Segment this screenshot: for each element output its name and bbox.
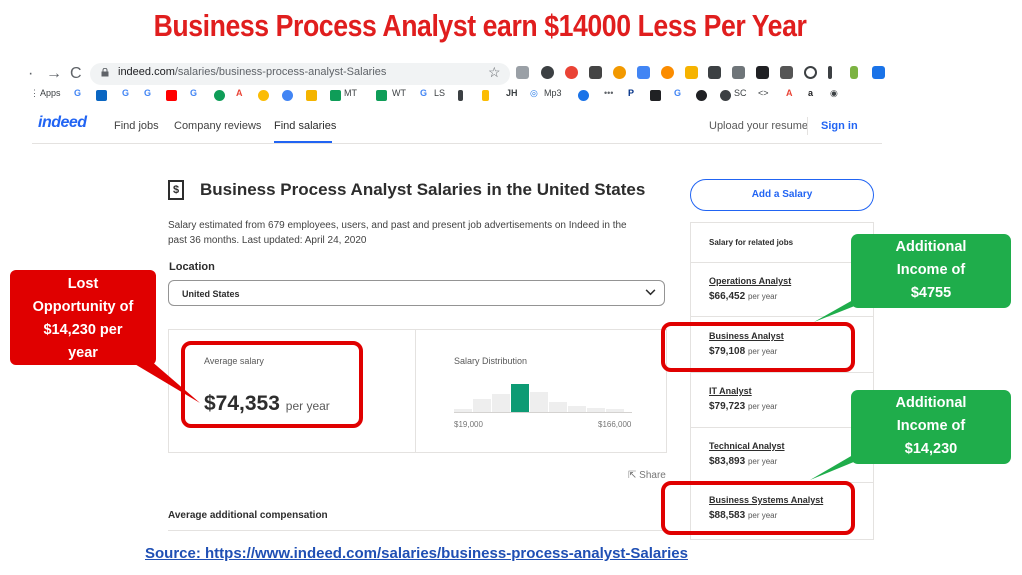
- additional-income-callout-1: Additional Income of $4755: [851, 234, 1011, 308]
- callout-line: Income of: [896, 262, 966, 278]
- average-salary-highlight: [181, 341, 363, 428]
- callout-line: Lost: [67, 276, 99, 292]
- callout-line: year: [68, 345, 98, 361]
- additional-income-callout-2: Additional Income of $14,230: [851, 390, 1011, 464]
- callout-line: Additional: [895, 239, 967, 255]
- callout-line: $14,230: [904, 441, 958, 457]
- callout-line: Additional: [895, 395, 967, 411]
- callout-line: $4755: [910, 285, 952, 301]
- source-link[interactable]: Source: https://www.indeed.com/salaries/…: [145, 545, 688, 562]
- business-analyst-highlight: [661, 322, 855, 372]
- callout-line: Opportunity of: [32, 299, 134, 315]
- lost-opportunity-callout: Lost Opportunity of $14,230 per year: [10, 270, 156, 365]
- callout-line: $14,230 per: [43, 322, 123, 338]
- business-systems-analyst-highlight: [661, 481, 855, 535]
- callout-line: Income of: [896, 418, 966, 434]
